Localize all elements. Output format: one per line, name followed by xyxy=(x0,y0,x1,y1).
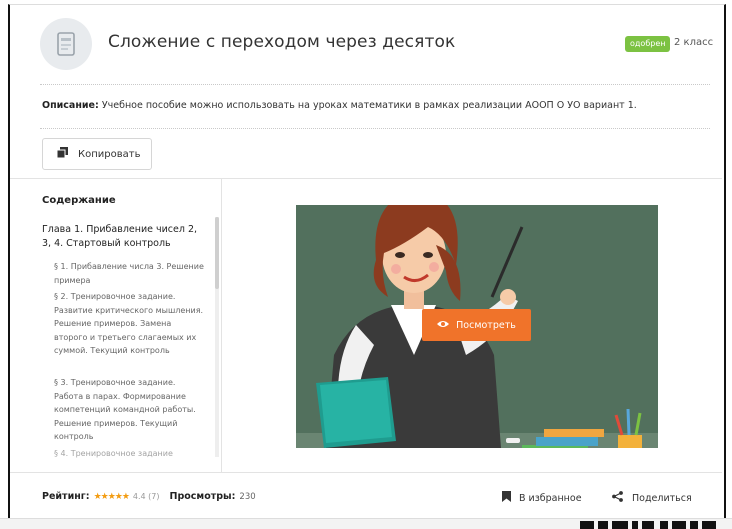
rating-value: 4.4 (7) xyxy=(132,492,160,501)
copy-button-label: Копировать xyxy=(78,148,141,160)
copy-icon xyxy=(56,147,68,161)
views-value: 230 xyxy=(239,491,256,502)
toc-sidebar: Содержание Глава 1. Прибавление чисел 2,… xyxy=(10,179,222,472)
toc-section[interactable]: § 4. Тренировочное задание xyxy=(54,447,204,461)
divider xyxy=(10,472,722,473)
divider xyxy=(40,84,710,85)
view-button-label: Посмотреть xyxy=(456,319,516,331)
page-title: Сложение с переходом через десяток xyxy=(108,32,456,52)
eye-icon xyxy=(437,320,450,331)
divider xyxy=(40,128,710,129)
description-label: Описание: xyxy=(42,100,99,111)
bookmark-icon xyxy=(502,491,511,505)
scrollbar-thumb[interactable] xyxy=(215,217,219,289)
description-text: Учебное пособие можно использовать на ур… xyxy=(101,100,637,111)
copy-button[interactable]: Копировать xyxy=(42,138,152,170)
toc-section[interactable]: § 2. Тренировочное задание. Развитие кри… xyxy=(54,290,204,358)
rating-bar: Рейтинг: ★★★★★ 4.4 (7) Просмотры: 230 xyxy=(42,491,256,502)
view-button[interactable]: Посмотреть xyxy=(422,309,531,341)
toc-chapter[interactable]: Глава 1. Прибавление чисел 2, 3, 4. Стар… xyxy=(42,223,202,251)
views-label: Просмотры: xyxy=(169,491,236,502)
favorite-button[interactable]: В избранное xyxy=(502,491,582,505)
share-label: Поделиться xyxy=(632,492,692,504)
grade-label: 2 класс xyxy=(674,37,714,48)
toc-section[interactable]: § 1. Прибавление числа 3. Решение пример… xyxy=(54,260,204,287)
document-icon xyxy=(40,18,92,70)
toc-section[interactable]: § 3. Тренировочное задание. Работа в пар… xyxy=(54,376,204,444)
rating-stars[interactable]: ★★★★★ xyxy=(94,492,130,502)
favorite-label: В избранное xyxy=(519,492,582,504)
description: Описание: Учебное пособие можно использо… xyxy=(42,100,637,111)
glitch-artifact xyxy=(580,521,716,529)
share-button[interactable]: Поделиться xyxy=(612,491,692,505)
toc-title: Содержание xyxy=(42,195,116,206)
status-badge: одобрен xyxy=(625,36,671,52)
rating-label: Рейтинг: xyxy=(42,491,90,502)
share-icon xyxy=(612,491,623,505)
